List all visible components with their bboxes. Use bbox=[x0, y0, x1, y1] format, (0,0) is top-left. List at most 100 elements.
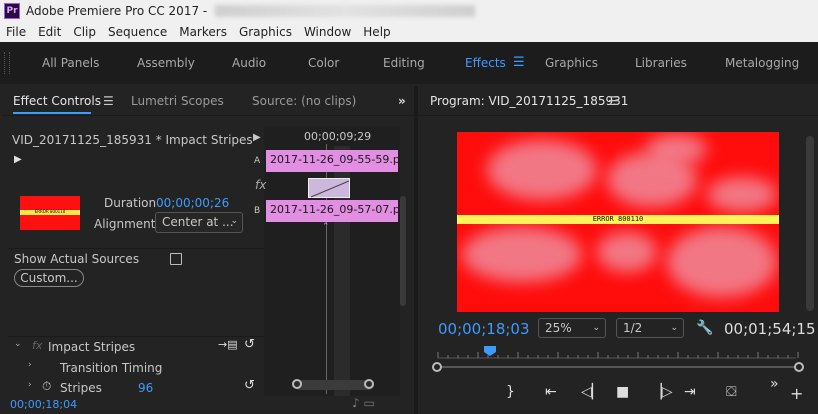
program-monitor-panel: Program: VID_20171125_185931 ☰ ERROR 800… bbox=[418, 86, 818, 414]
program-zoom-handle-left[interactable] bbox=[432, 362, 442, 372]
show-actual-sources-checkbox[interactable] bbox=[170, 253, 182, 265]
grip-handle[interactable] bbox=[4, 52, 10, 74]
track-a-label: A bbox=[254, 156, 261, 166]
tab-source[interactable]: Source: (no clips) bbox=[252, 94, 356, 108]
menu-graphics[interactable]: Graphics bbox=[233, 25, 298, 39]
stop-icon[interactable]: ■ bbox=[616, 384, 629, 400]
panel-menu-icon[interactable]: ☰ bbox=[608, 94, 619, 108]
clip-a[interactable]: 2017-11-26_09-55-59.png bbox=[266, 150, 398, 172]
alignment-select[interactable]: Center at ... ⌄ bbox=[155, 212, 243, 233]
duration-value[interactable]: 00;00;00;26 bbox=[156, 196, 229, 210]
menu-sequence[interactable]: Sequence bbox=[102, 25, 173, 39]
custom-button[interactable]: Custom... bbox=[14, 269, 84, 287]
workspace-assembly[interactable]: Assembly bbox=[137, 56, 195, 70]
workspace-color[interactable]: Color bbox=[308, 56, 339, 70]
timeline-vertical-scrollbar[interactable] bbox=[400, 196, 406, 306]
menu-edit[interactable]: Edit bbox=[32, 25, 67, 39]
effect-row-transition-timing: › Transition Timing bbox=[8, 358, 264, 378]
program-current-time[interactable]: 00;00;18;03 bbox=[438, 320, 530, 338]
effect-controls-timeline: 00;00;09;29 A 2017-11-26_09-55-59.png fx… bbox=[254, 126, 406, 396]
cloud-shape bbox=[667, 227, 777, 297]
stripes-value[interactable]: 96 bbox=[138, 381, 153, 395]
program-video-frame[interactable]: ERROR 800110 bbox=[457, 132, 779, 312]
effect-controls-time[interactable]: 00;00;18;04 bbox=[10, 398, 77, 411]
title-bar: Pr Adobe Premiere Pro CC 2017 - bbox=[0, 0, 818, 22]
cloud-shape bbox=[707, 177, 777, 212]
stripes-label: Stripes bbox=[60, 381, 102, 395]
effect-row-impact-stripes: ⌄ fx Impact Stripes →▤ ↺ bbox=[8, 336, 264, 356]
ruler-timecode: 00;00;09;29 bbox=[304, 130, 372, 143]
expand-arrow-icon[interactable]: ▶ bbox=[253, 132, 261, 143]
menu-bar: File Edit Clip Sequence Markers Graphics… bbox=[0, 22, 818, 42]
timeline-ruler[interactable]: 00;00;09;29 bbox=[264, 126, 400, 146]
workspace-audio[interactable]: Audio bbox=[232, 56, 266, 70]
redacted-title-text bbox=[215, 5, 476, 17]
workspace-metalogging[interactable]: Metalogging bbox=[725, 56, 799, 70]
transition-block[interactable] bbox=[308, 178, 350, 198]
tab-effect-controls[interactable]: Effect Controls bbox=[13, 94, 101, 108]
workspace-effects[interactable]: Effects bbox=[465, 56, 506, 70]
expand-arrow-icon[interactable]: › bbox=[28, 360, 32, 370]
resolution-select[interactable]: 1/2 ⌄ bbox=[616, 318, 684, 338]
clip-b[interactable]: 2017-11-26_09-57-07.png bbox=[266, 200, 398, 222]
left-tab-row: Effect Controls ☰ Lumetri Scopes Source:… bbox=[2, 86, 414, 116]
resolution-value: 1/2 bbox=[623, 321, 643, 335]
menu-file[interactable]: File bbox=[0, 25, 32, 39]
workspace-editing[interactable]: Editing bbox=[383, 56, 425, 70]
workspace-graphics[interactable]: Graphics bbox=[545, 56, 598, 70]
wrench-icon[interactable]: 🔧 bbox=[696, 320, 713, 336]
zoom-handle-right[interactable] bbox=[364, 379, 374, 389]
program-zoom-handle-right[interactable] bbox=[794, 362, 804, 372]
program-duration: 00;01;54;15 bbox=[724, 320, 816, 338]
workspace-libraries[interactable]: Libraries bbox=[635, 56, 687, 70]
panel-overflow-icon[interactable]: » bbox=[398, 94, 406, 108]
footer-audio-icons[interactable]: ♪ ▭ bbox=[352, 396, 375, 410]
cloud-shape bbox=[487, 140, 597, 200]
collapse-arrow-icon[interactable]: ⌄ bbox=[14, 339, 22, 349]
monitor-vertical-scrollbar[interactable] bbox=[806, 136, 814, 311]
effect-name: Impact Stripes bbox=[48, 340, 136, 354]
show-actual-sources-label: Show Actual Sources bbox=[14, 252, 140, 266]
mark-out-icon[interactable]: } bbox=[506, 384, 515, 400]
zoom-select[interactable]: 25% ⌄ bbox=[538, 318, 606, 338]
zoom-value: 25% bbox=[545, 321, 572, 335]
effect-controls-header: VID_20171125_185931 * Impact Stripes ▶ bbox=[8, 128, 264, 150]
effect-controls-panel: Effect Controls ☰ Lumetri Scopes Source:… bbox=[2, 86, 414, 414]
keyframe-toggle-icon[interactable]: →▤ bbox=[218, 338, 238, 351]
premiere-logo-icon: Pr bbox=[4, 3, 20, 19]
cloud-shape bbox=[597, 232, 657, 272]
overflow-icon[interactable]: » bbox=[770, 376, 779, 392]
chevron-down-icon: ⌄ bbox=[592, 323, 600, 333]
fx-icon: fx bbox=[32, 339, 43, 352]
program-zoom-bar[interactable] bbox=[438, 366, 800, 368]
step-back-icon[interactable]: ◁▏ bbox=[581, 384, 603, 400]
menu-markers[interactable]: Markers bbox=[173, 25, 233, 39]
effect-row-stripes: › ⏱ Stripes 96 ↺ bbox=[8, 378, 264, 398]
go-to-out-icon[interactable]: ⇥ bbox=[684, 384, 696, 400]
menu-help[interactable]: Help bbox=[357, 25, 396, 39]
add-button-icon[interactable]: + bbox=[790, 384, 803, 403]
go-to-in-icon[interactable]: ⇤ bbox=[545, 384, 557, 400]
menu-clip[interactable]: Clip bbox=[67, 25, 102, 39]
play-preview-icon[interactable]: ▶ bbox=[14, 154, 22, 165]
reset-icon[interactable]: ↺ bbox=[244, 378, 255, 393]
alignment-value: Center at ... bbox=[162, 215, 234, 229]
export-frame-icon[interactable]: ⛋ bbox=[726, 384, 737, 400]
step-forward-icon[interactable]: ▕▷ bbox=[651, 384, 673, 400]
tab-program[interactable]: Program: VID_20171125_185931 bbox=[430, 94, 628, 108]
video-text: ERROR 800110 bbox=[592, 215, 644, 223]
expand-arrow-icon[interactable]: › bbox=[28, 380, 32, 390]
reset-icon[interactable]: ↺ bbox=[244, 337, 255, 352]
menu-window[interactable]: Window bbox=[298, 25, 357, 39]
zoom-handle-left[interactable] bbox=[292, 379, 302, 389]
fx-icon: fx bbox=[255, 178, 267, 192]
tab-lumetri-scopes[interactable]: Lumetri Scopes bbox=[131, 94, 224, 108]
stopwatch-icon[interactable]: ⏱ bbox=[42, 379, 51, 394]
chevron-up-icon: ⌃ bbox=[322, 222, 330, 232]
workspace-menu-icon[interactable]: ☰ bbox=[513, 55, 525, 70]
timeline-zoom-scrollbar[interactable] bbox=[292, 379, 374, 390]
duration-label: Duration bbox=[104, 196, 157, 210]
panel-menu-icon[interactable]: ☰ bbox=[103, 94, 114, 108]
workspace-all-panels[interactable]: All Panels bbox=[42, 56, 99, 70]
right-tab-row: Program: VID_20171125_185931 ☰ bbox=[418, 86, 818, 116]
